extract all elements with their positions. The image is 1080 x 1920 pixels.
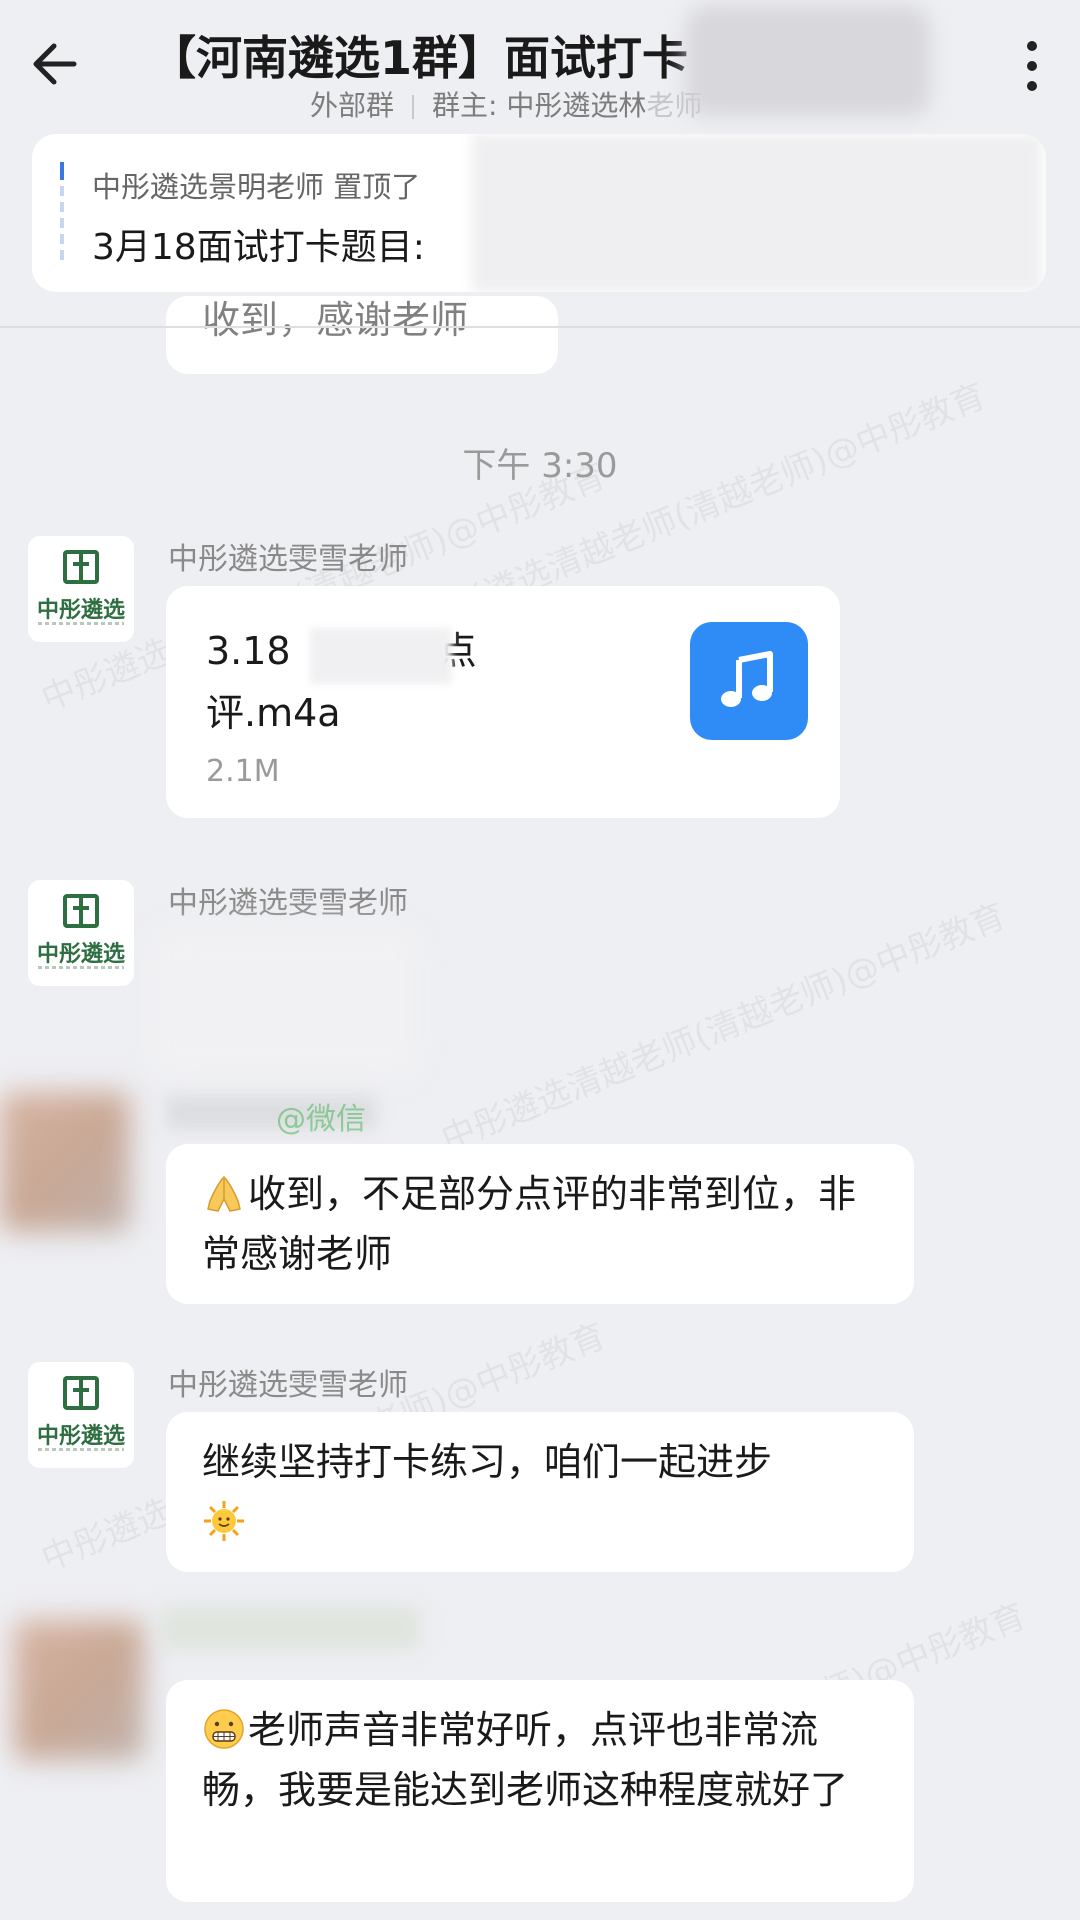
redacted-sender-name [160,1606,420,1650]
back-button[interactable] [24,28,96,100]
subtitle-separator [412,95,415,119]
pin-indicator [60,162,64,266]
file-size: 2.1M [206,754,280,789]
avatar[interactable]: 中彤遴选 [28,1362,134,1468]
logo-subline [38,622,124,625]
pinned-content: 3月18面试打卡题目: [92,227,425,268]
timestamp: 下午 3:30 [462,446,618,486]
logo-subline [38,966,124,969]
grimace-face-icon [204,1709,244,1749]
pinned-message[interactable]: 中彤遴选景明老师 置顶了 3月18面试打卡题目: [32,134,1046,292]
sender-name: 中彤遴选雯雪老师 [168,1368,408,1403]
back-arrow-icon [33,43,77,85]
chat-subtitle: 外部群 群主: 中彤遴选林老师 [310,84,702,124]
pinned-divider [0,326,1080,328]
message-bubble[interactable]: 收到，感谢老师 [166,296,558,374]
avatar[interactable] [14,1620,144,1760]
file-message[interactable]: 3.18 点 评.m4a 2.1M [166,586,840,818]
message-bubble[interactable]: 继续坚持打卡练习，咱们一起进步 [166,1412,914,1572]
message-text: 收到，感谢老师 [202,298,469,342]
logo-text: 中彤遴选 [36,598,125,623]
redacted-area [472,134,1042,292]
group-owner-label: 群主: 中彤遴选林 [432,89,647,122]
chat-title: 【河南遴选1群】面试打卡 [150,31,689,85]
avatar[interactable] [0,1092,130,1232]
sender-name: 中彤遴选雯雪老师 [168,542,408,577]
message-bubble[interactable]: 收到，不足部分点评的非常到位，非常感谢老师 [166,1144,914,1304]
logo-text: 中彤遴选 [36,1424,125,1449]
logo-subline [38,1448,124,1451]
sun-face-icon [204,1501,244,1541]
message-bubble[interactable]: 老师声音非常好听，点评也非常流畅，我要是能达到老师这种程度就好了 [166,1680,914,1902]
message-text: 收到，不足部分点评的非常到位，非常感谢老师 [202,1172,857,1276]
sender-name: 中彤遴选雯雪老师 [168,886,408,921]
more-dot-icon [1027,61,1037,71]
more-options-button[interactable] [1004,30,1060,102]
message-text: 老师声音非常好听，点评也非常流畅，我要是能达到老师这种程度就好了 [202,1708,849,1812]
avatar[interactable]: 中彤遴选 [28,880,134,986]
more-dot-icon [1027,41,1037,51]
logo-icon [63,1376,99,1410]
chat-header: 【河南遴选1群】面试打卡 外部群 群主: 中彤遴选林老师 [0,0,1080,130]
message-text: 继续坚持打卡练习，咱们一起进步 [202,1432,882,1552]
more-dot-icon [1027,81,1037,91]
redacted-area [686,6,930,116]
redacted-image-message[interactable] [150,928,420,1078]
logo-icon [63,894,99,928]
avatar[interactable]: 中彤遴选 [28,536,134,642]
watermark: 中彤遴选清越老师(清越老师)@中彤教育 [435,895,1012,1160]
pinned-by-label: 中彤遴选景明老师 置顶了 [92,170,421,204]
logo-text: 中彤遴选 [36,942,125,967]
logo-icon [63,550,99,584]
external-group-label: 外部群 [310,89,395,122]
folded-hands-icon [207,1175,241,1212]
sender-suffix: @微信 [276,1102,366,1137]
music-note-icon [690,622,808,740]
redacted-area [310,628,452,684]
